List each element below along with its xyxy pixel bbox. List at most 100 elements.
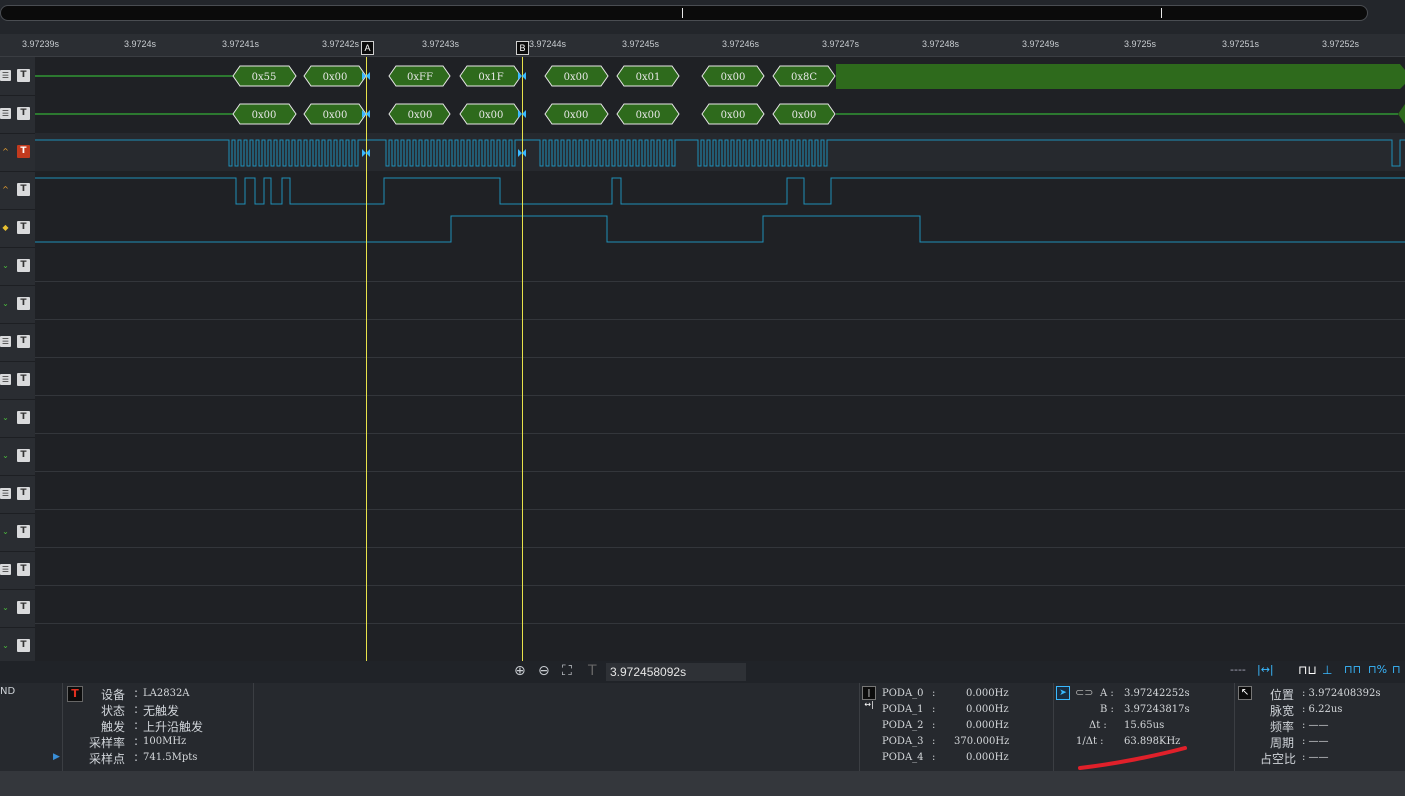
channel-row[interactable]: ⌄ T: [0, 247, 35, 286]
freq-value: 0.000Hz: [966, 688, 1009, 699]
channel-gutter: ☰ T ☰ T ^ T ^ T ◆ T ⌄ T ⌄ T ☰ T ☰ T ⌄ T ⌄ T ☰ T ⌄ T ☰…: [0, 57, 35, 666]
measure-width-icon[interactable]: |↔|: [1257, 663, 1274, 676]
freq-name: PODA_1: [882, 704, 924, 715]
freq-name: PODA_4: [882, 752, 924, 763]
channel-row[interactable]: ☰ T: [0, 361, 35, 400]
chevron-down-icon[interactable]: ⌄: [0, 526, 11, 537]
list-icon[interactable]: ☰: [0, 70, 11, 81]
rising-edge-icon[interactable]: ^: [0, 184, 11, 195]
channel-row[interactable]: ⌄ T: [0, 285, 35, 324]
channel-row[interactable]: ☰ T: [0, 323, 35, 362]
trigger-icon[interactable]: T: [17, 183, 30, 196]
fit-screen-icon[interactable]: ⛶: [562, 663, 572, 679]
ruler-tick: 3.97249s: [1022, 39, 1060, 49]
freq-value: 0.000Hz: [966, 752, 1009, 763]
ruler-tick: 3.9724s: [124, 39, 157, 49]
ruler-tick: 3.97239s: [22, 39, 60, 49]
link-icon[interactable]: ⊂⊃: [1075, 686, 1093, 699]
trigger-icon[interactable]: T: [17, 601, 30, 614]
trigger-status-icon[interactable]: T: [67, 686, 83, 702]
chevron-down-icon[interactable]: ⌄: [0, 260, 11, 271]
trigger-icon[interactable]: T: [17, 145, 30, 158]
channel-row[interactable]: ⌄ T: [0, 399, 35, 438]
list-icon[interactable]: ☰: [0, 374, 11, 385]
either-edge-icon[interactable]: ◆: [0, 222, 11, 233]
trigger-icon[interactable]: T: [17, 107, 30, 120]
list-icon[interactable]: ☰: [0, 564, 11, 575]
time-position-field[interactable]: 3.972458092s: [606, 663, 746, 681]
dash-icon[interactable]: ----: [1230, 663, 1246, 676]
trigger-icon[interactable]: T: [17, 335, 30, 348]
trigger-icon[interactable]: T: [17, 487, 30, 500]
ruler-tick: 3.9725s: [1124, 39, 1157, 49]
trigger-icon[interactable]: T: [17, 639, 30, 652]
chevron-down-icon[interactable]: ⌄: [0, 412, 11, 423]
device-label: 设备: [101, 688, 126, 702]
channel-row[interactable]: ⌄ T: [0, 589, 35, 628]
more-icon[interactable]: ⊓: [1392, 663, 1401, 676]
delta-t-value: 15.65us: [1124, 720, 1165, 731]
channel-row-cs[interactable]: ◆ T: [0, 209, 35, 248]
list-icon[interactable]: ☰: [0, 488, 11, 499]
time-ruler[interactable]: 3.97239s 3.9724s 3.97241s 3.97242s 3.972…: [0, 34, 1405, 57]
trigger-icon[interactable]: T: [17, 259, 30, 272]
cursor-a-flag[interactable]: A: [361, 41, 374, 55]
trigger-icon[interactable]: T: [17, 411, 30, 424]
trigger-icon[interactable]: T: [17, 221, 30, 234]
cursor-select-icon[interactable]: ➤: [1056, 686, 1070, 700]
ruler-tick: 3.97242s: [322, 39, 360, 49]
freq-value: 0.000Hz: [966, 704, 1009, 715]
channel-row-decoder-2[interactable]: ☰ T: [0, 95, 35, 134]
pulse-icon[interactable]: ⊓⊔: [1298, 663, 1317, 677]
duty-cycle-value: : ——: [1302, 752, 1329, 763]
ruler-tick: 3.97241s: [222, 39, 260, 49]
rising-edge-icon[interactable]: ^: [0, 146, 11, 157]
status-label: 状态: [101, 704, 126, 718]
edge-icon[interactable]: ⊥: [1322, 663, 1332, 677]
trigger-icon[interactable]: T: [17, 373, 30, 386]
ruler-tick: 3.97244s: [529, 39, 567, 49]
pointer-icon[interactable]: ↖: [1238, 686, 1252, 700]
channel-row-clock[interactable]: ^ T: [0, 133, 35, 172]
freq-name: PODA_3: [882, 736, 924, 747]
duty-icon[interactable]: ⊓%: [1368, 663, 1387, 676]
chevron-down-icon[interactable]: ⌄: [0, 640, 11, 651]
trigger-icon[interactable]: T: [17, 525, 30, 538]
chevron-down-icon[interactable]: ⌄: [0, 298, 11, 309]
channel-row-data[interactable]: ^ T: [0, 171, 35, 210]
decode-label: 0x00: [564, 110, 589, 121]
ruler-tick: 3.97245s: [622, 39, 660, 49]
sample-rate-value: 100MHz: [143, 736, 187, 747]
trigger-icon[interactable]: T: [17, 297, 30, 310]
channel-row[interactable]: ⌄ T: [0, 437, 35, 476]
trigger-icon[interactable]: T: [17, 563, 30, 576]
channel-row[interactable]: ⌄ T: [0, 513, 35, 552]
channel-row-decoder-1[interactable]: ☰ T: [0, 57, 35, 96]
overview-marker-b: [1161, 8, 1162, 18]
trigger-label: 触发: [101, 720, 126, 734]
chevron-down-icon[interactable]: ⌄: [0, 602, 11, 613]
zoom-in-icon[interactable]: ⊕: [514, 663, 526, 679]
cursor-b-flag[interactable]: B: [516, 41, 529, 55]
ruler-tick: 3.97251s: [1222, 39, 1260, 49]
decode-label: 0x01: [636, 72, 661, 83]
list-icon[interactable]: ☰: [0, 336, 11, 347]
trigger-icon[interactable]: T: [17, 69, 30, 82]
zoom-out-icon[interactable]: ⊖: [538, 663, 550, 679]
ruler-tick: 3.97246s: [722, 39, 760, 49]
frequency-measure-icon[interactable]: |↔|: [862, 686, 876, 709]
chevron-down-icon[interactable]: ⌄: [0, 450, 11, 461]
pulse-train-icon[interactable]: ⊓⊓: [1344, 663, 1361, 676]
cursor-a-label: A :: [1100, 688, 1114, 699]
channel-row[interactable]: ☰ T: [0, 551, 35, 590]
position-label: 位置: [1270, 688, 1295, 702]
period-value: : ——: [1302, 736, 1329, 747]
trigger-icon[interactable]: T: [17, 449, 30, 462]
freq-name: PODA_2: [882, 720, 924, 731]
overview-scrollbar[interactable]: [0, 5, 1368, 21]
waveform-area[interactable]: 0x55 0x00 0xFF 0x1F 0x00 0x01 0x00 0x8C …: [35, 57, 1405, 661]
trigger-position-icon[interactable]: T: [588, 663, 597, 679]
expand-arrow-icon[interactable]: ▶: [53, 752, 60, 762]
channel-row[interactable]: ☰ T: [0, 475, 35, 514]
list-icon[interactable]: ☰: [0, 108, 11, 119]
